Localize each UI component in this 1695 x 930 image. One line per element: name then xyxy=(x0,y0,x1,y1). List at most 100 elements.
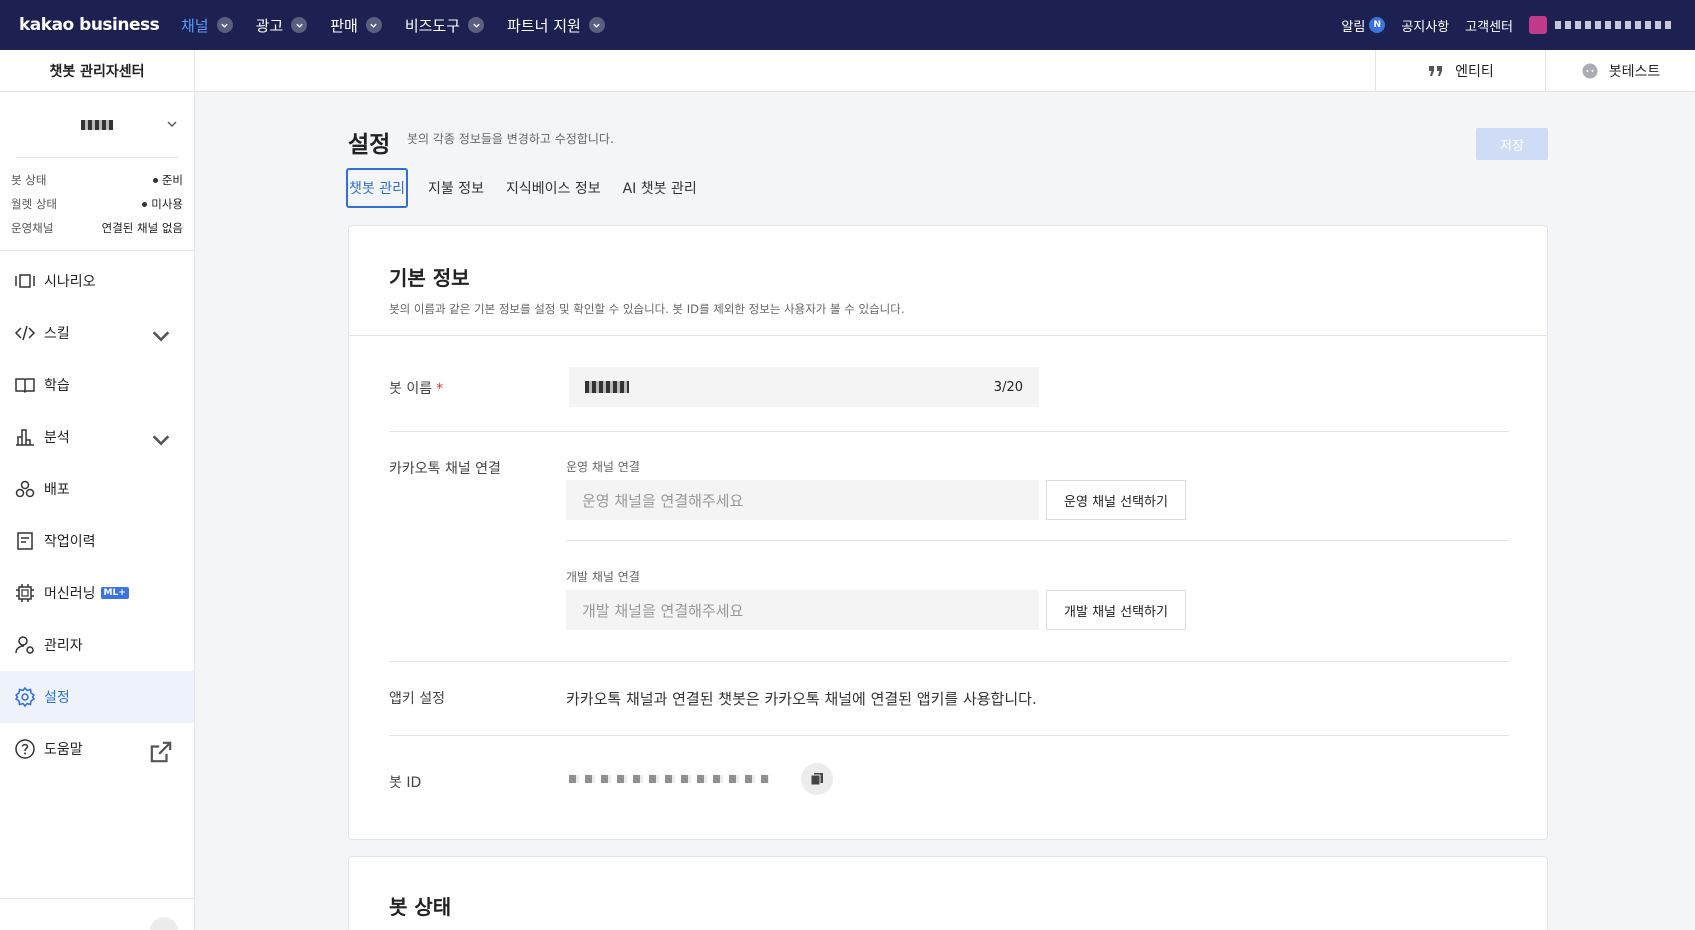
menu-label: 광고 xyxy=(255,16,284,35)
divider xyxy=(566,540,1509,541)
top-nav-right: 알림 N 공지사항 고객센터 xyxy=(1341,16,1695,35)
divider xyxy=(389,735,1509,736)
status-label: 봇 상태 xyxy=(11,173,47,187)
copy-icon xyxy=(810,773,823,786)
menu-biz-tools[interactable]: 비즈도구 xyxy=(405,15,485,36)
copy-bot-id-button[interactable] xyxy=(801,763,833,795)
collapse-sidebar-button[interactable] xyxy=(150,917,178,930)
chevron-down-icon xyxy=(152,435,170,446)
divider xyxy=(389,661,1509,662)
bot-name-value-redacted xyxy=(585,381,629,393)
settings-tabs: 챗봇 관리 지불 정보 지식베이스 정보 AI 챗봇 관리 xyxy=(346,168,719,208)
sidebar-item-label: 학습 xyxy=(44,378,70,394)
status-row: 월렛 상태 미사용 xyxy=(11,192,183,216)
chat-bubble-icon xyxy=(1582,63,1598,79)
code-icon xyxy=(14,325,36,341)
chart-icon xyxy=(16,429,34,446)
basic-info-card: 기본 정보 봇의 이름과 같은 기본 정보를 설정 및 확인할 수 있습니다. … xyxy=(348,225,1548,840)
sidebar-footer xyxy=(0,898,194,930)
menu-ads[interactable]: 광고 xyxy=(256,15,308,36)
entity-label: 엔티티 xyxy=(1455,64,1494,80)
sidebar-item-label: 머신러닝 xyxy=(44,586,96,602)
sidebar-item-label: 관리자 xyxy=(44,638,83,654)
op-channel-input[interactable]: 운영 채널을 연결해주세요 xyxy=(566,480,1039,520)
chevron-down-icon xyxy=(365,17,382,33)
avatar[interactable] xyxy=(1529,16,1547,34)
user-name-redacted[interactable] xyxy=(1555,21,1675,29)
bot-id-value-redacted xyxy=(569,775,769,783)
bot-name-label: 봇 이름 * xyxy=(389,378,443,398)
tab-knowledge-base[interactable]: 지식베이스 정보 xyxy=(506,178,601,198)
kakao-business-logo[interactable]: kakao business xyxy=(19,15,169,35)
card-title: 봇 상태 xyxy=(389,895,452,919)
tab-payment-info[interactable]: 지불 정보 xyxy=(428,178,484,198)
sidebar-title: 챗봇 관리자센터 xyxy=(0,50,194,92)
kakao-channel-label: 카카오톡 채널 연결 xyxy=(389,461,501,477)
sidebar-item-label: 스킬 xyxy=(44,326,70,342)
user-gear-icon xyxy=(15,636,34,654)
sidebar-item-label: 작업이력 xyxy=(44,534,96,550)
page-title: 설정 xyxy=(348,132,391,158)
sidebar-item-machine-learning[interactable]: 머신러닝 ML+ xyxy=(0,567,194,619)
bot-name-redacted xyxy=(81,119,113,130)
status-row: 봇 상태 준비 xyxy=(11,168,183,192)
sidebar-item-label: 설정 xyxy=(44,690,70,706)
tab-chatbot-management[interactable]: 챗봇 관리 xyxy=(346,168,408,208)
notice-link[interactable]: 공지사항 xyxy=(1401,16,1449,35)
bottest-tab[interactable]: 봇테스트 xyxy=(1545,50,1695,92)
new-badge: N xyxy=(1369,17,1386,33)
sidebar-item-label: 배포 xyxy=(44,482,70,498)
alarm-link[interactable]: 알림 N xyxy=(1341,16,1386,35)
scenario-icon xyxy=(15,274,35,288)
menu-partner-support[interactable]: 파트너 지원 xyxy=(507,15,605,36)
status-row: 운영채널 연결된 채널 없음 xyxy=(11,216,183,240)
chevron-down-icon xyxy=(216,17,233,33)
chevron-down-icon xyxy=(152,331,170,342)
sub-header: 엔티티 봇테스트 xyxy=(195,50,1695,92)
sidebar-item-label: 분석 xyxy=(44,430,70,446)
chevron-down-icon xyxy=(468,17,485,33)
menu-label: 파트너 지원 xyxy=(507,16,581,35)
menu-label: 판매 xyxy=(330,16,358,35)
top-menu: 채널 광고 판매 비즈도구 파트너 지원 xyxy=(181,15,628,36)
card-title: 기본 정보 xyxy=(389,266,470,290)
save-button[interactable]: 저장 xyxy=(1476,128,1548,160)
sidebar-item-scenario[interactable]: 시나리오 xyxy=(0,255,194,307)
sidebar-item-settings[interactable]: 설정 xyxy=(0,671,194,723)
status-dot xyxy=(142,202,148,207)
status-value: 준비 xyxy=(152,168,183,192)
menu-sales[interactable]: 판매 xyxy=(330,15,382,36)
select-op-channel-button[interactable]: 운영 채널 선택하기 xyxy=(1046,480,1186,520)
bot-selector[interactable] xyxy=(16,92,178,158)
top-navigation-bar: kakao business 채널 광고 판매 비즈도구 파트너 지원 알림 N… xyxy=(0,0,1695,50)
support-link[interactable]: 고객센터 xyxy=(1465,16,1513,35)
entity-tab[interactable]: 엔티티 xyxy=(1375,50,1545,92)
sidebar-item-admin[interactable]: 관리자 xyxy=(0,619,194,671)
select-dev-channel-button[interactable]: 개발 채널 선택하기 xyxy=(1046,590,1186,630)
sidebar-item-learning[interactable]: 학습 xyxy=(0,359,194,411)
history-icon xyxy=(17,532,33,550)
sidebar-item-help[interactable]: 도움말 xyxy=(0,723,194,775)
book-icon xyxy=(15,378,35,394)
bottest-label: 봇테스트 xyxy=(1608,64,1661,80)
deploy-icon xyxy=(15,480,35,498)
tab-ai-chatbot[interactable]: AI 챗봇 관리 xyxy=(623,178,697,198)
status-label: 월렛 상태 xyxy=(11,197,57,211)
sidebar-item-label: 도움말 xyxy=(44,742,83,758)
status-dot xyxy=(152,178,158,183)
appkey-label: 앱키 설정 xyxy=(389,691,445,707)
sidebar-item-history[interactable]: 작업이력 xyxy=(0,515,194,567)
chevron-down-icon xyxy=(167,121,177,127)
sidebar-item-analysis[interactable]: 분석 xyxy=(0,411,194,463)
page-description: 봇의 각종 정보들을 변경하고 수정합니다. xyxy=(407,132,614,146)
chevron-down-icon xyxy=(291,17,308,33)
label-text: 봇 이름 xyxy=(389,381,433,397)
sidebar-item-skill[interactable]: 스킬 xyxy=(0,307,194,359)
external-link-icon xyxy=(150,741,172,763)
menu-label: 채널 xyxy=(181,16,209,35)
bot-name-input[interactable]: 3/20 xyxy=(569,367,1039,407)
sidebar-item-deploy[interactable]: 배포 xyxy=(0,463,194,515)
op-channel-label: 운영 채널 연결 xyxy=(566,460,640,474)
dev-channel-input[interactable]: 개발 채널을 연결해주세요 xyxy=(566,590,1039,630)
menu-channel[interactable]: 채널 xyxy=(181,15,233,36)
